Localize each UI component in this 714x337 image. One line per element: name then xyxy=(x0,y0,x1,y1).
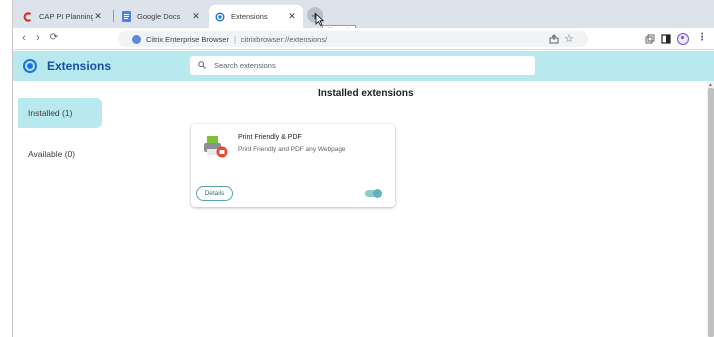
site-name: Citrix Enterprise Browser xyxy=(146,34,229,44)
forward-arrow-icon[interactable]: › xyxy=(31,32,45,44)
details-button[interactable]: Details xyxy=(196,186,233,201)
side-panel-icon[interactable] xyxy=(661,34,671,46)
section-title: Installed extensions xyxy=(318,88,414,99)
page-scrollbar[interactable]: ▲ xyxy=(707,81,714,337)
tab-title: CAP PI Planning and xyxy=(39,12,93,21)
sidebar-item-label: Installed (1) xyxy=(28,108,73,118)
omnibox-separator: | xyxy=(233,34,236,44)
close-icon[interactable]: ✕ xyxy=(287,11,297,22)
bookmark-star-icon[interactable]: ☆ xyxy=(564,32,574,45)
extension-enable-toggle[interactable] xyxy=(365,189,382,198)
tab-strip: CAP PI Planning and ✕ Google Docs ✕ Exte… xyxy=(13,0,714,28)
tab-title: Extensions xyxy=(231,12,268,21)
sidebar-item-available[interactable]: Available (0) xyxy=(18,139,102,169)
extensions-logo-icon xyxy=(23,59,37,73)
close-icon[interactable]: ✕ xyxy=(191,11,201,22)
search-input[interactable] xyxy=(214,61,494,70)
scrollbar-thumb[interactable] xyxy=(708,88,714,337)
url-text: citrixbrowser://extensions/ xyxy=(240,34,328,44)
more-menu-icon[interactable]: ⋮ xyxy=(697,32,707,43)
print-friendly-icon xyxy=(203,134,229,160)
site-info-icon[interactable] xyxy=(132,34,141,44)
search-box[interactable] xyxy=(190,56,535,75)
share-icon[interactable] xyxy=(549,34,559,46)
extension-name: Print Friendly & PDF xyxy=(238,134,302,141)
mouse-cursor-icon xyxy=(315,13,324,26)
tab-google-docs[interactable]: Google Docs ✕ xyxy=(115,5,207,28)
sidebar-item-label: Available (0) xyxy=(28,149,76,159)
extension-description: Print Friendly and PDF any Webpage xyxy=(238,146,346,153)
extension-card: Print Friendly & PDF Print Friendly and … xyxy=(191,124,395,207)
tab-separator xyxy=(113,10,114,22)
tab-cap-pi-planning[interactable]: CAP PI Planning and ✕ xyxy=(17,5,109,28)
address-bar[interactable]: Citrix Enterprise Browser | citrixbrowse… xyxy=(118,31,588,47)
citrix-c-icon xyxy=(23,11,33,22)
extensions-puzzle-icon[interactable] xyxy=(645,34,655,46)
google-docs-icon xyxy=(121,11,131,22)
reload-icon[interactable]: ⟳ xyxy=(47,32,61,43)
back-arrow-icon[interactable]: ‹ xyxy=(17,32,31,44)
sidebar-item-installed[interactable]: Installed (1) xyxy=(18,98,102,128)
extensions-icon xyxy=(215,12,225,22)
tab-title: Google Docs xyxy=(137,12,181,21)
browser-toolbar: ‹ › ⟳ Citrix Enterprise Browser | citrix… xyxy=(13,28,714,50)
tab-extensions[interactable]: Extensions ✕ xyxy=(209,5,303,28)
extensions-header: Extensions xyxy=(13,51,714,81)
profile-avatar-icon[interactable] xyxy=(677,33,689,45)
browser-window: CAP PI Planning and ✕ Google Docs ✕ Exte… xyxy=(12,0,714,337)
search-icon xyxy=(198,60,208,71)
page-title: Extensions xyxy=(47,59,112,73)
close-icon[interactable]: ✕ xyxy=(93,11,103,22)
